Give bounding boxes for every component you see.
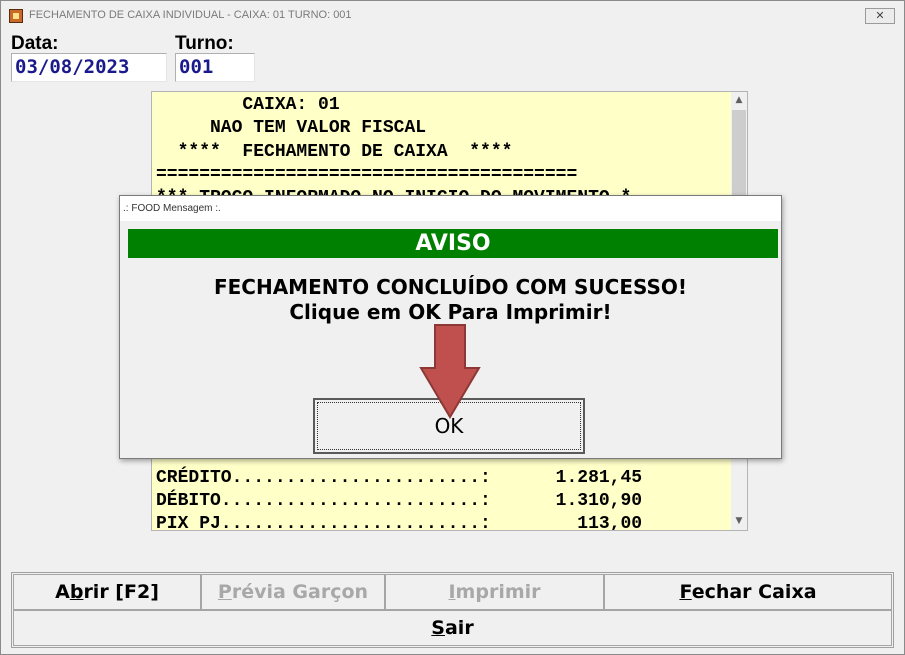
title-bar: FECHAMENTO DE CAIXA INDIVIDUAL - CAIXA: … [1, 1, 904, 31]
report-line: ======================================= [156, 164, 578, 185]
data-field[interactable]: 03/08/2023 [11, 53, 167, 82]
imprimir-button[interactable]: Imprimir [385, 574, 604, 610]
turno-label: Turno: [175, 33, 234, 54]
message-dialog: .: FOOD Mensagem :. AVISO FECHAMENTO CON… [119, 195, 782, 459]
report-line: **** FECHAMENTO DE CAIXA **** [156, 141, 513, 162]
previa-garcon-button[interactable]: Prévia Garçon [201, 574, 385, 610]
fechar-caixa-button[interactable]: Fechar Caixa [604, 574, 892, 610]
report-line: NAO TEM VALOR FISCAL [156, 118, 427, 139]
down-arrow-icon [419, 324, 481, 419]
report-line: PIX PJ........................: 113,00 [156, 514, 643, 531]
sair-button[interactable]: Sair [13, 610, 892, 646]
action-panel: Abrir [F2] Prévia Garçon Imprimir Fechar… [11, 572, 894, 648]
turno-field[interactable]: 001 [175, 53, 255, 82]
window-title: FECHAMENTO DE CAIXA INDIVIDUAL - CAIXA: … [29, 9, 352, 21]
report-line: DÉBITO........................: 1.310,90 [156, 491, 643, 512]
dialog-title: .: FOOD Mensagem :. [120, 196, 781, 221]
scroll-down-icon[interactable]: ▼ [731, 513, 747, 530]
report-line: CAIXA: 01 [156, 95, 340, 115]
abrir-button[interactable]: Abrir [F2] [13, 574, 201, 610]
aviso-header: AVISO [128, 229, 778, 258]
app-icon [9, 9, 23, 23]
close-button[interactable]: ✕ [865, 8, 895, 24]
data-label: Data: [11, 33, 59, 54]
scroll-up-icon[interactable]: ▲ [731, 92, 747, 109]
success-message: FECHAMENTO CONCLUÍDO COM SUCESSO! [213, 275, 688, 299]
report-line: CRÉDITO.......................: 1.281,45 [156, 467, 643, 488]
print-instruction: Clique em OK Para Imprimir! [289, 300, 612, 324]
scroll-thumb[interactable] [732, 110, 746, 200]
